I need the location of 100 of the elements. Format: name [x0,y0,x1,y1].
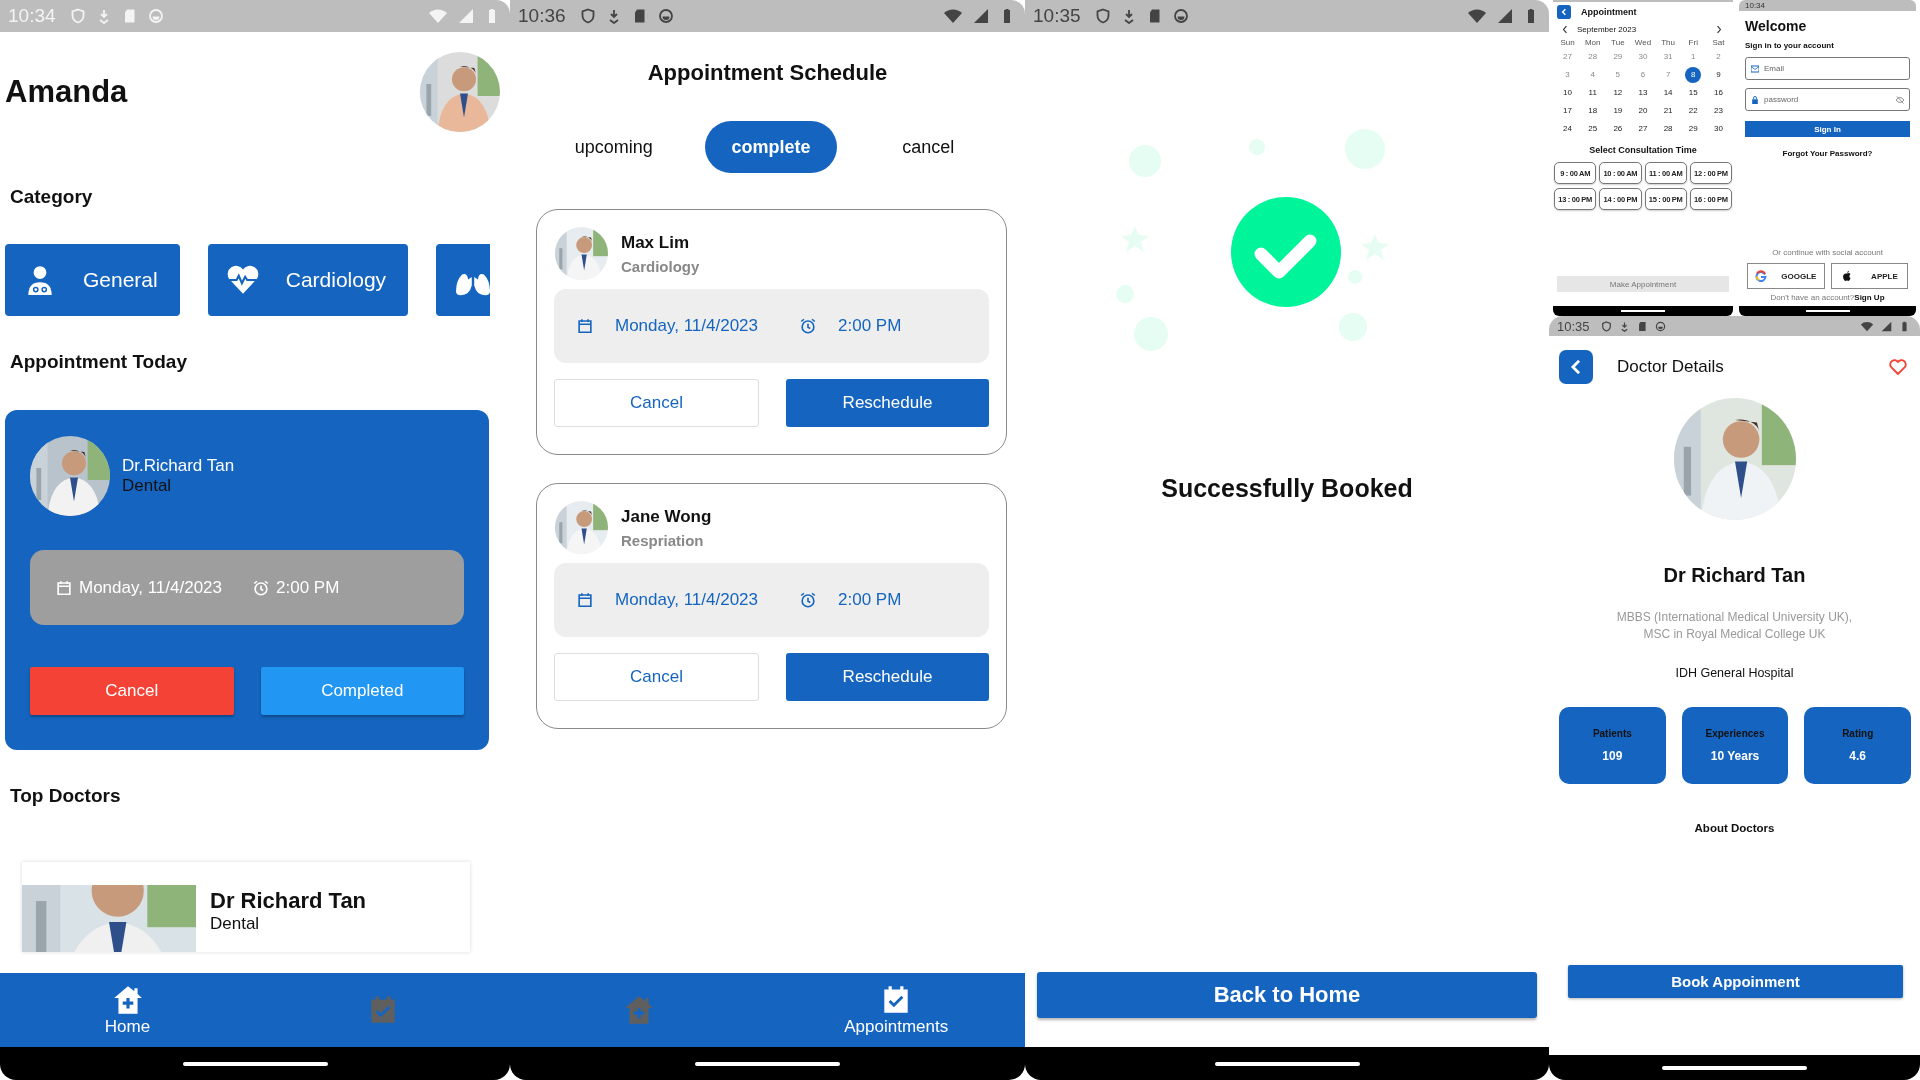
calendar-day[interactable]: 7 [1660,67,1677,83]
weekday-label: Tue [1610,38,1626,47]
nav-tab[interactable]: Appointments [767,973,1025,1047]
calendar-day[interactable]: 23 [1710,103,1727,119]
calendar-day[interactable]: 25 [1584,121,1601,137]
appointment-date: Monday, 11/4/2023 [79,577,223,598]
calendar-day[interactable]: 27 [1559,49,1576,65]
face-circle-icon [1172,8,1189,24]
cancel-button[interactable]: Cancel [554,379,759,427]
heart-icon[interactable] [1888,357,1908,377]
sign-up-link[interactable]: Sign Up [1854,293,1885,302]
qualification-text: MBBS (International Medical University UK), [1615,609,1854,626]
back-button[interactable] [1559,350,1593,384]
calendar-day[interactable]: 27 [1635,121,1651,137]
calendar-day[interactable]: 19 [1609,103,1626,119]
signup-prompt: Don't have an account? [1770,293,1855,302]
screen-title: Welcome [1745,18,1808,34]
social-login-button[interactable]: GOOGLE [1747,263,1825,289]
wifi-icon [1467,8,1487,24]
appointment-date: Monday, 11/4/2023 [615,590,759,610]
calendar-day[interactable]: 28 [1584,49,1601,65]
calendar-day[interactable]: 20 [1635,103,1651,119]
calendar-day[interactable]: 8 [1685,67,1702,83]
next-month-icon[interactable] [1717,26,1721,33]
face-circle-icon [657,8,674,24]
calendar-day[interactable]: 12 [1609,85,1626,101]
calendar-day[interactable]: 29 [1685,121,1702,137]
back-to-home-button[interactable]: Back to Home [1037,972,1537,1018]
wifi-icon [943,8,963,24]
screen-title: Appointment [1581,7,1637,17]
section-title: Select Consultation Time [1588,145,1698,155]
shield-icon [579,8,596,24]
calendar-day[interactable]: 2 [1710,49,1727,65]
calendar-day[interactable]: 16 [1710,85,1727,101]
calendar-day[interactable]: 22 [1685,103,1702,119]
previous-month-icon[interactable] [1563,26,1567,33]
subtitle: Sign in to your account [1745,41,1835,50]
password-field[interactable]: password [1745,88,1910,111]
doctor-name: Dr Richard Tan [210,888,367,914]
month-label: September 2023 [1577,25,1638,34]
screen-title: Doctor Details [1617,357,1725,377]
calendar-day[interactable]: 21 [1660,103,1677,119]
stat-label: Patients [1592,728,1632,739]
calendar-day[interactable]: 4 [1584,67,1601,83]
calendar-day[interactable]: 14 [1660,85,1677,101]
forgot-password-link[interactable]: Forgot Your Password? [1782,149,1873,158]
calendar-day[interactable]: 28 [1660,121,1677,137]
user-name: Amanda [5,74,128,110]
calendar-day[interactable]: 30 [1635,49,1651,65]
calendar-day[interactable]: 15 [1685,85,1702,101]
calendar-day[interactable]: 24 [1559,121,1576,137]
sign-in-button[interactable]: Sign In [1745,121,1910,137]
calendar-day[interactable]: 26 [1609,121,1626,137]
signal-icon [1497,8,1513,24]
appointment-time: 2:00 PM [838,316,902,336]
mail-icon [1751,64,1759,73]
status-time: 10:34 [1745,1,1766,10]
calendar-day[interactable]: 29 [1609,49,1626,65]
doctor-name: Dr.Richard Tan [122,456,235,476]
weekday-label: Fri [1687,38,1699,47]
shield-icon [1600,320,1612,332]
calendar-day[interactable]: 6 [1635,67,1651,83]
filter-tab[interactable]: complete [705,121,837,173]
category-button[interactable] [436,244,490,316]
hospital-name: IDH General Hospital [1674,666,1795,680]
calendar-day[interactable]: 18 [1584,103,1601,119]
back-icon [1569,360,1583,374]
weekday-label: Wed [1633,38,1653,47]
calendar-day[interactable]: 5 [1609,67,1626,83]
lock-icon [1751,95,1759,104]
back-button[interactable] [1557,5,1571,19]
calendar-day[interactable]: 1 [1685,49,1702,65]
calendar-day[interactable]: 10 [1559,85,1576,101]
calendar-day[interactable]: 13 [1635,85,1651,101]
status-time: 10:36 [518,5,566,27]
calendar-day[interactable]: 30 [1710,121,1727,137]
filter-tab[interactable]: cancel [876,121,981,173]
calendar-day[interactable]: 3 [1559,67,1576,83]
category-button[interactable]: General [5,244,180,316]
eye-off-icon[interactable] [1896,95,1904,104]
cancel-button[interactable]: Cancel [30,667,234,715]
social-login-button[interactable]: APPLE [1830,263,1908,289]
reschedule-button[interactable]: Reschedule [786,379,989,427]
nav-tab[interactable]: Home [0,973,255,1047]
reschedule-button[interactable]: Reschedule [786,653,989,701]
calendar-day[interactable]: 31 [1660,49,1677,65]
calendar-day[interactable]: 11 [1584,85,1601,101]
book-appointment-button[interactable]: Book Appoinment [1568,965,1903,998]
stat-label: Experiences [1705,728,1765,739]
cancel-button[interactable]: Cancel [554,653,759,701]
weekday-label: Thu [1660,38,1677,47]
weekday-label: Sat [1711,38,1726,47]
email-field[interactable]: Email [1745,57,1910,80]
filter-tab[interactable]: upcoming [548,121,679,173]
calendar-day[interactable]: 17 [1559,103,1576,119]
signal-icon [973,8,989,24]
category-button[interactable]: Cardiology [207,244,409,316]
sd-card-icon [1636,320,1648,332]
calendar-day[interactable]: 9 [1710,67,1727,83]
section-title: Appointment Today [10,350,188,374]
